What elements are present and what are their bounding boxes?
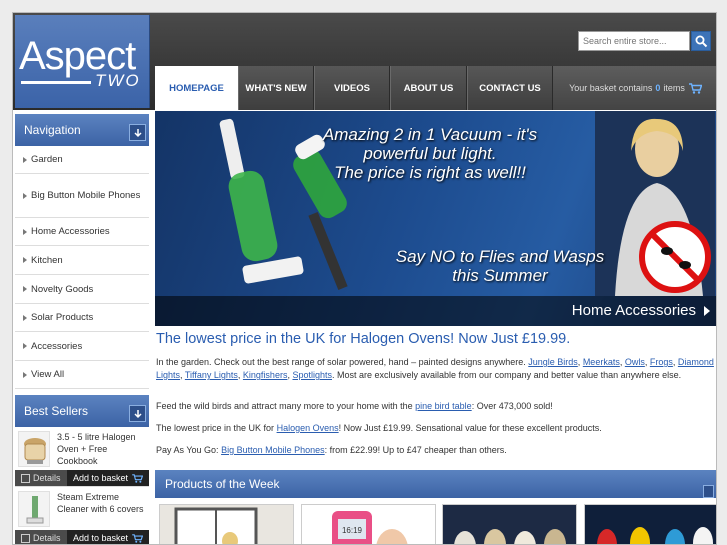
logo[interactable]: Aspect TWO [15, 15, 150, 108]
link-jungle-birds[interactable]: Jungle Birds [528, 357, 578, 367]
arrow-down-icon [134, 410, 142, 419]
sidebar-item-accessories[interactable]: Accessories [15, 332, 149, 361]
details-button[interactable]: Details [15, 470, 67, 486]
products-of-the-week-title: Products of the Week [165, 477, 280, 491]
navigation-toggle-button[interactable] [129, 124, 146, 141]
products-scroll-button[interactable] [703, 485, 714, 498]
add-to-basket-button[interactable]: Add to basket [67, 470, 149, 486]
link-spotlights[interactable]: Spotlights [292, 370, 332, 380]
link-pine-bird-table[interactable]: pine bird table [415, 401, 472, 411]
nav-homepage[interactable]: HOMEPAGE [155, 66, 238, 110]
link-halogen-ovens[interactable]: Halogen Ovens [277, 423, 339, 433]
best-sellers-title: Best Sellers [24, 404, 89, 418]
best-seller-actions: Details Add to basket [15, 470, 149, 486]
product-jungle-birds[interactable] [584, 504, 716, 544]
sidebar-item-solar-products[interactable]: Solar Products [15, 304, 149, 332]
phones-text-end: : from £22.99! Up to £47 cheaper than ot… [324, 445, 507, 455]
best-seller-actions: Details Add to basket [15, 530, 149, 544]
sidebar-item-novelty-goods[interactable]: Novelty Goods [15, 275, 149, 304]
no-flies-icon [639, 221, 711, 293]
link-frogs[interactable]: Frogs [650, 357, 673, 367]
phones-text: Pay As You Go: [156, 445, 219, 455]
banner-line-2: The price is right as well!! [334, 163, 526, 182]
search-icon [695, 35, 708, 48]
bird-table-paragraph: Feed the wild birds and attract many mor… [156, 400, 714, 413]
garden-text: In the garden. Check out the best range … [156, 357, 526, 367]
navigation-title: Navigation [24, 123, 81, 137]
nav-videos[interactable]: VIDEOS [314, 66, 390, 110]
sidebar: Navigation Garden Big Button Mobile Phon… [15, 110, 149, 544]
bird-table-text: Feed the wild birds and attract many mor… [156, 401, 413, 411]
search-button[interactable] [691, 31, 711, 51]
cart-icon [132, 533, 144, 543]
banner-footer[interactable]: Home Accessories [155, 296, 716, 326]
add-to-basket-label: Add to basket [73, 473, 129, 483]
best-seller-name[interactable]: 3.5 - 5 litre Halogen Oven + Free Cookbo… [57, 431, 145, 467]
best-sellers-toggle-button[interactable] [129, 405, 146, 422]
header: Aspect TWO HOMEPAGE WHAT'S NEW VIDEOS AB… [13, 13, 716, 110]
basket-suffix: items [663, 83, 685, 93]
best-seller-name[interactable]: Steam Extreme Cleaner with 6 covers [57, 491, 145, 515]
halogen-paragraph: The lowest price in the UK for Halogen O… [156, 422, 714, 435]
best-seller-item: 3.5 - 5 litre Halogen Oven + Free Cookbo… [15, 427, 149, 487]
basket-prefix: Your basket contains [569, 83, 653, 93]
search-input[interactable] [578, 31, 690, 51]
product-fly-screen[interactable] [159, 504, 294, 544]
details-button[interactable]: Details [15, 530, 67, 544]
cart-icon [132, 473, 144, 483]
sidebar-item-garden[interactable]: Garden [15, 146, 149, 174]
logo-divider [21, 81, 91, 84]
nav-whats-new[interactable]: WHAT'S NEW [238, 66, 314, 110]
page-frame: Aspect TWO HOMEPAGE WHAT'S NEW VIDEOS AB… [12, 12, 717, 545]
products-of-the-week-header: Products of the Week [155, 470, 716, 498]
link-big-button-mobile-phones[interactable]: Big Button Mobile Phones [221, 445, 325, 455]
sidebar-item-home-accessories[interactable]: Home Accessories [15, 218, 149, 246]
product-big-button-phone[interactable]: 16:19 [301, 504, 436, 544]
add-to-basket-label: Add to basket [73, 533, 129, 543]
phones-paragraph: Pay As You Go: Big Button Mobile Phones:… [156, 444, 714, 457]
promo-banner[interactable]: Amazing 2 in 1 Vacuum - it's powerful bu… [155, 111, 716, 326]
cart-icon [688, 82, 702, 94]
banner-headline: Amazing 2 in 1 Vacuum - it's powerful bu… [305, 125, 555, 182]
garden-paragraph: In the garden. Check out the best range … [156, 357, 714, 380]
sidebar-item-view-all[interactable]: View All [15, 361, 149, 389]
halogen-text-end: ! Now Just £19.99. Sensational value for… [338, 423, 602, 433]
garden-text-end: . Most are exclusively available from ou… [332, 370, 682, 380]
add-to-basket-button[interactable]: Add to basket [67, 530, 149, 544]
steam-cleaner-image[interactable] [18, 491, 50, 527]
link-meerkats[interactable]: Meerkats [583, 357, 620, 367]
banner-footer-label: Home Accessories [571, 302, 696, 319]
best-sellers-header: Best Sellers [15, 395, 149, 427]
sidebar-item-kitchen[interactable]: Kitchen [15, 246, 149, 275]
phone-screen-time: 16:19 [342, 526, 363, 535]
navigation-panel-header: Navigation [15, 114, 149, 146]
product-solar-owls[interactable] [442, 504, 577, 544]
best-seller-item: Steam Extreme Cleaner with 6 covers Deta… [15, 487, 149, 544]
sidebar-item-big-button-mobile-phones[interactable]: Big Button Mobile Phones [15, 174, 149, 218]
halogen-text: The lowest price in the UK for [156, 423, 275, 433]
nav-contact-us[interactable]: CONTACT US [467, 66, 553, 110]
arrow-down-icon [134, 129, 142, 138]
logo-subtext: TWO [95, 71, 141, 90]
chevron-right-icon [704, 306, 710, 316]
main-nav: HOMEPAGE WHAT'S NEW VIDEOS ABOUT US CONT… [155, 66, 553, 110]
page-headline: The lowest price in the UK for Halogen O… [156, 331, 571, 347]
nav-about-us[interactable]: ABOUT US [390, 66, 467, 110]
bird-table-text-end: : Over 473,000 sold! [471, 401, 553, 411]
link-kingfishers[interactable]: Kingfishers [243, 370, 288, 380]
halogen-oven-image[interactable] [18, 431, 50, 467]
link-owls[interactable]: Owls [625, 357, 645, 367]
banner-flies-text: Say NO to Flies and Wasps this Summer [395, 247, 605, 285]
banner-line-1: Amazing 2 in 1 Vacuum - it's powerful bu… [322, 125, 538, 163]
link-tiffany-lights[interactable]: Tiffany Lights [185, 370, 238, 380]
basket-count: 0 [655, 83, 661, 93]
basket-summary[interactable]: Your basket contains 0 items [553, 66, 716, 110]
